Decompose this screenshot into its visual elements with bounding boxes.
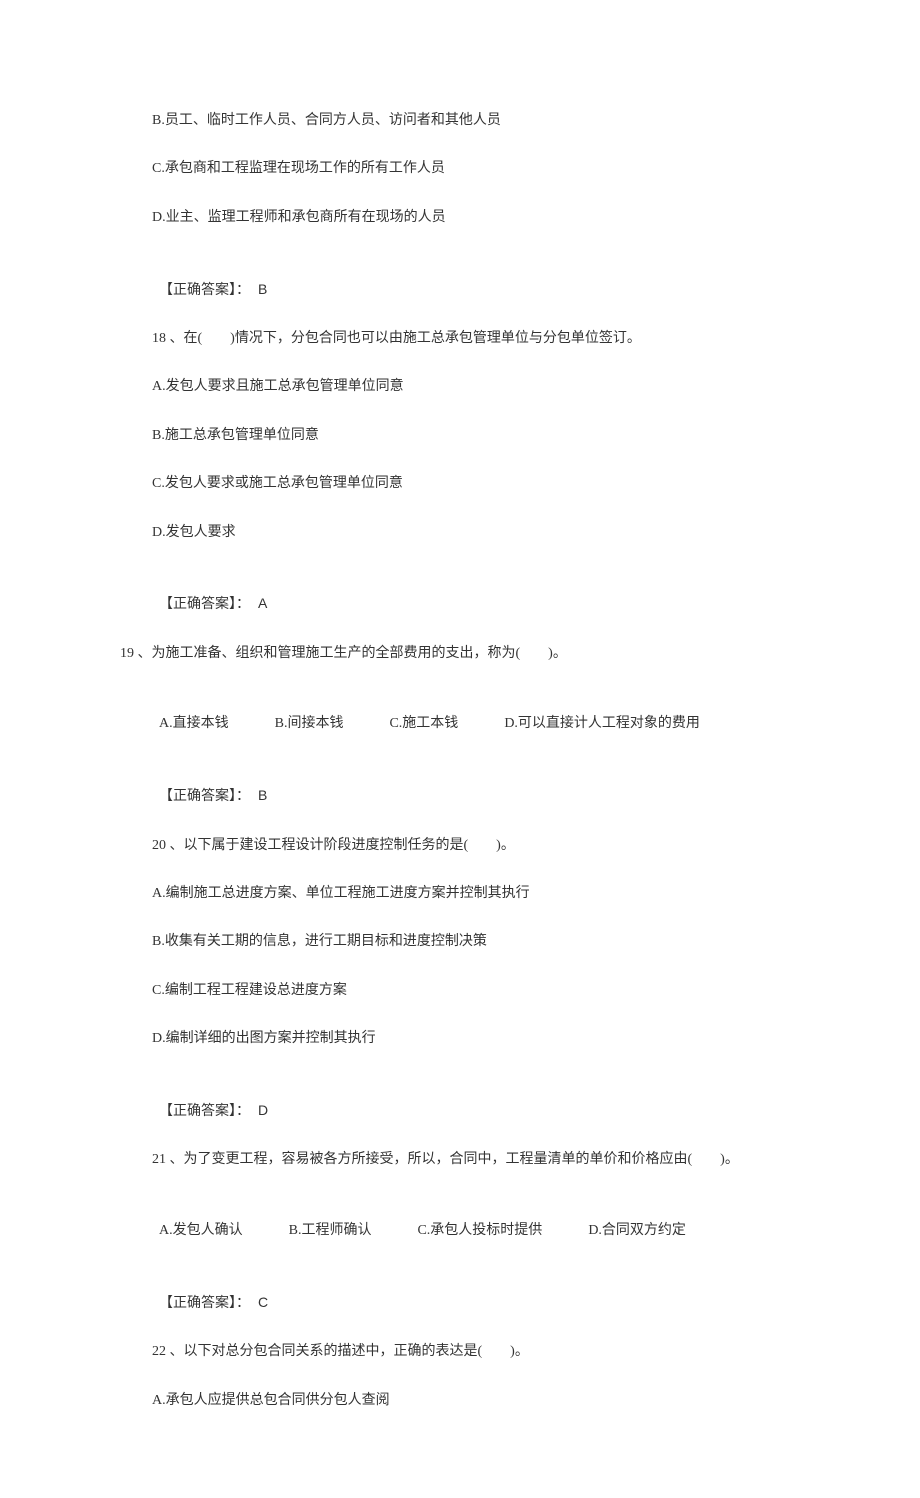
q18-option-b: B.施工总承包管理单位同意 [0,425,920,447]
q19-stem: 19 、为施工准备、组织和管理施工生产的全部费用的支出，称为( )。 [0,643,920,665]
q20-stem: 20 、以下属于建设工程设计阶段进度控制任务的是( )。 [0,835,920,857]
q19-option-c: C.施工本钱 [389,713,458,735]
answer-value: B [258,787,267,803]
answer-label: 【正确答案】： [159,597,250,612]
q21-answer: 【正确答案】：C [0,1269,920,1316]
q17-option-b: B.员工、临时工作人员、合同方人员、访问者和其他人员 [0,110,920,132]
q22-stem: 22 、以下对总分包合同关系的描述中，正确的表达是( )。 [0,1341,920,1363]
q21-option-d: D.合同双方约定 [588,1220,686,1242]
q19-option-b: B.间接本钱 [275,713,344,735]
q20-option-d: D.编制详细的出图方案并控制其执行 [0,1028,920,1050]
q17-answer: 【正确答案】： B [0,255,920,302]
q22-option-a: A.承包人应提供总包合同供分包人查阅 [0,1390,920,1412]
q21-option-a: A.发包人确认 [159,1220,243,1242]
answer-label: 【正确答案】： [159,1104,250,1119]
q20-option-b: B.收集有关工期的信息，进行工期目标和进度控制决策 [0,931,920,953]
answer-value: D [258,1102,268,1118]
q18-option-d: D.发包人要求 [0,522,920,544]
answer-label: 【正确答案】： [159,789,250,804]
answer-label: 【正确答案】： [159,283,250,298]
answer-value: B [258,281,267,297]
q19-option-a: A.直接本钱 [159,713,229,735]
q20-option-a: A.编制施工总进度方案、单位工程施工进度方案并控制其执行 [0,883,920,905]
q17-option-d: D.业主、监理工程师和承包商所有在现场的人员 [0,207,920,229]
q21-stem: 21 、为了变更工程，容易被各方所接受，所以，合同中，工程量清单的单价和价格应由… [0,1149,920,1171]
answer-value: A [258,595,267,611]
q18-option-c: C.发包人要求或施工总承包管理单位同意 [0,473,920,495]
q20-answer: 【正确答案】： D [0,1077,920,1124]
q21-option-c: C.承包人投标时提供 [417,1220,542,1242]
q18-option-a: A.发包人要求且施工总承包管理单位同意 [0,376,920,398]
q17-option-c: C.承包商和工程监理在现场工作的所有工作人员 [0,158,920,180]
answer-label: 【正确答案】： [159,1296,250,1311]
q18-stem: 18 、在( )情况下，分包合同也可以由施工总承包管理单位与分包单位签订。 [0,328,920,350]
q18-answer: 【正确答案】： A [0,570,920,617]
q21-options: A.发包人确认 B.工程师确认 C.承包人投标时提供 D.合同双方约定 [0,1198,920,1243]
q19-options: A.直接本钱 B.间接本钱 C.施工本钱 D.可以直接计人工程对象的费用 [0,691,920,736]
q19-option-d: D.可以直接计人工程对象的费用 [504,713,700,735]
q21-option-b: B.工程师确认 [289,1220,372,1242]
q20-option-c: C.编制工程工程建设总进度方案 [0,980,920,1002]
q19-answer: 【正确答案】： B [0,762,920,809]
